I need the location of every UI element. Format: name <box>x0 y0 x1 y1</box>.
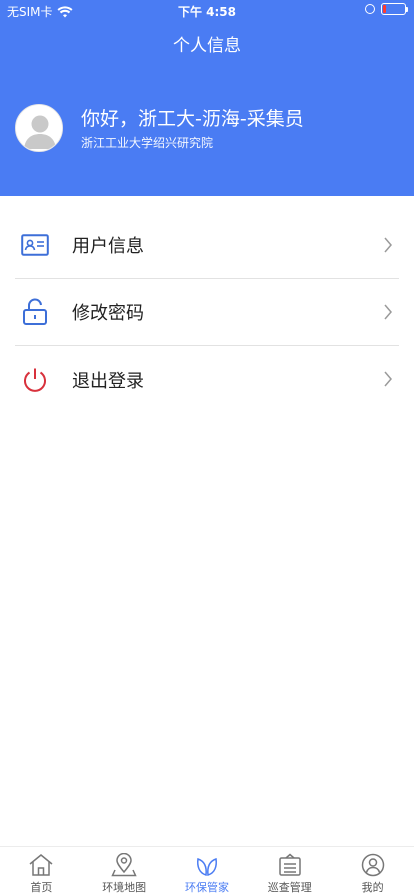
tab-label: 首页 <box>30 881 53 894</box>
profile-section: 你好，浙工大-沥海-采集员 浙江工业大学绍兴研究院 <box>15 104 304 152</box>
menu-item-user-info[interactable]: 用户信息 <box>15 212 399 279</box>
menu-item-label: 用户信息 <box>72 236 144 257</box>
rotation-lock-icon <box>365 4 375 14</box>
tab-environmental-steward[interactable]: 环保管家 <box>166 847 249 896</box>
home-icon <box>29 854 53 876</box>
tab-environment-map[interactable]: 环境地图 <box>83 847 166 896</box>
header: 无SIM卡 下午 4:58 个人信息 你好，浙工大-沥海-采集员 浙江工业大学绍… <box>0 0 414 196</box>
power-icon <box>21 366 49 394</box>
battery-level <box>383 5 386 13</box>
settings-menu: 用户信息 修改密码 退出登录 <box>0 212 414 413</box>
menu-item-logout[interactable]: 退出登录 <box>15 346 399 413</box>
tab-mine[interactable]: 我的 <box>331 847 414 896</box>
leaf-icon <box>197 858 217 876</box>
id-card-icon <box>21 231 49 259</box>
menu-item-label: 退出登录 <box>72 370 144 392</box>
menu-item-label: 修改密码 <box>72 303 144 324</box>
avatar[interactable] <box>15 104 63 152</box>
page-title: 个人信息 <box>173 36 241 56</box>
avatar-placeholder-icon <box>16 105 62 151</box>
tab-home[interactable]: 首页 <box>0 847 83 896</box>
map-pin-icon <box>111 853 137 877</box>
status-time: 下午 4:58 <box>177 5 237 19</box>
organization-text: 浙江工业大学绍兴研究院 <box>81 135 214 150</box>
user-icon <box>361 853 384 877</box>
greeting-text: 你好，浙工大-沥海-采集员 <box>81 107 304 130</box>
unlock-icon <box>21 298 49 326</box>
clipboard-icon <box>279 853 301 876</box>
tab-label: 环保管家 <box>184 881 229 894</box>
battery-icon <box>381 3 408 15</box>
profile-text: 你好，浙工大-沥海-采集员 浙江工业大学绍兴研究院 <box>81 106 304 151</box>
chevron-right-icon <box>384 304 392 320</box>
tab-label: 巡查管理 <box>267 881 312 894</box>
menu-item-change-password[interactable]: 修改密码 <box>15 279 399 346</box>
tab-inspection-management[interactable]: 巡查管理 <box>248 847 331 896</box>
tab-label: 环境地图 <box>102 881 147 894</box>
status-right <box>365 3 408 15</box>
status-bar: 无SIM卡 下午 4:58 <box>0 0 414 22</box>
tab-label: 我的 <box>361 881 384 894</box>
chevron-right-icon <box>384 237 392 253</box>
bottom-tab-bar: 首页 环境地图 环保管家 巡查管理 我的 <box>0 846 414 896</box>
chevron-right-icon <box>384 371 392 387</box>
